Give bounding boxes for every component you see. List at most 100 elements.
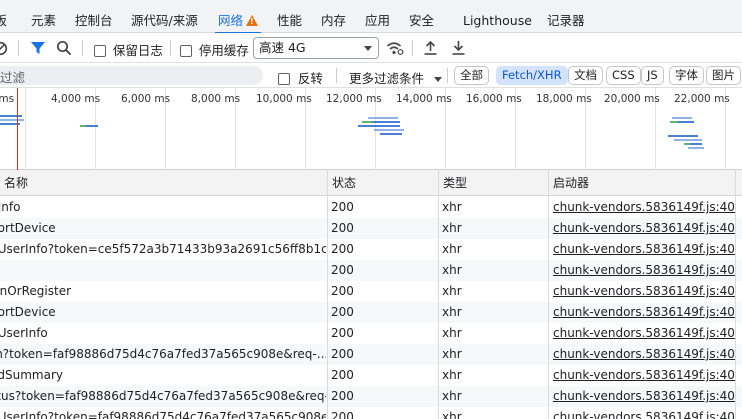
column-divider[interactable] (735, 170, 736, 419)
column-header-status[interactable]: 状态 (328, 170, 356, 196)
checkbox-box[interactable] (94, 45, 106, 57)
network-overview[interactable]: 2,000 ms 4,000 ms 6,000 ms 8,000 ms 10,0… (0, 88, 742, 170)
request-status: 200 (331, 326, 354, 340)
toolbar-divider (412, 40, 413, 56)
request-initiator-link[interactable]: chunk-vendors.5836149f.js:40 (553, 260, 735, 281)
preserve-log-checkbox[interactable]: 保留日志 (94, 40, 163, 59)
filter-input[interactable] (0, 66, 263, 85)
column-divider[interactable] (438, 170, 439, 419)
request-bar (362, 121, 372, 123)
import-har-icon[interactable] (423, 40, 438, 56)
tick-label: 8,000 ms (191, 93, 241, 105)
filter-type-font[interactable]: 字体 (669, 66, 704, 85)
request-bar (368, 117, 398, 119)
request-initiator-link[interactable]: chunk-vendors.5836149f.js:40 (553, 386, 735, 407)
request-initiator-link[interactable]: chunk-vendors.5836149f.js:40 (553, 218, 735, 239)
request-type: xhr (442, 242, 462, 256)
filter-type-js[interactable]: JS (641, 66, 664, 85)
table-row[interactable]: getInfo 200 xhr chunk-vendors.5836149f.j… (0, 197, 742, 218)
request-initiator-link[interactable]: chunk-vendors.5836149f.js:40 (553, 281, 735, 302)
request-status: 200 (331, 284, 354, 298)
network-conditions-icon[interactable] (386, 41, 404, 56)
table-row[interactable]: init 200 xhr chunk-vendors.5836149f.js:4… (0, 260, 742, 281)
request-initiator-link[interactable]: chunk-vendors.5836149f.js:40 (553, 407, 735, 419)
chevron-down-icon (433, 77, 442, 82)
request-initiator-link[interactable]: chunk-vendors.5836149f.js:40 (553, 344, 735, 365)
table-row[interactable]: status?token=faf98886d75d4c76a7fed37a565… (0, 386, 742, 407)
tab-elements[interactable]: 元素 (31, 0, 56, 33)
tab-lighthouse[interactable]: Lighthouse (463, 0, 532, 33)
table-row[interactable]: loginOrRegister 200 xhr chunk-vendors.58… (0, 281, 742, 302)
filter-icon[interactable] (30, 41, 46, 56)
toolbar-divider (447, 68, 448, 83)
toolbar-divider (18, 40, 19, 56)
tab-sources[interactable]: 源代码/来源 (131, 0, 198, 33)
filter-type-css[interactable]: CSS (606, 66, 641, 85)
request-name[interactable]: init (0, 260, 326, 281)
request-name[interactable]: getUserInfo?token=ce5f572a3b71433b93a269… (0, 239, 326, 260)
request-type: xhr (442, 221, 462, 235)
request-name[interactable]: sign?token=faf98886d75d4c76a7fed37a565c9… (0, 344, 326, 365)
column-header-type[interactable]: 类型 (439, 170, 467, 196)
table-row[interactable]: getUserInfo 200 xhr chunk-vendors.583614… (0, 323, 742, 344)
checkbox-box[interactable] (180, 45, 192, 57)
more-filters-dropdown[interactable]: 更多过滤条件 (349, 68, 442, 87)
request-name[interactable]: reportDevice (0, 218, 326, 239)
tick-label: 20,000 ms (604, 93, 660, 105)
request-initiator-link[interactable]: chunk-vendors.5836149f.js:40 (553, 197, 735, 218)
request-type: xhr (442, 347, 462, 361)
tab-performance[interactable]: 性能 (277, 0, 302, 33)
disable-cache-checkbox[interactable]: 停用缓存 (180, 40, 249, 59)
checkbox-box[interactable] (278, 73, 290, 85)
request-name[interactable]: readSummary (0, 365, 326, 386)
table-row[interactable]: readSummary 200 xhr chunk-vendors.583614… (0, 365, 742, 386)
request-initiator-link[interactable]: chunk-vendors.5836149f.js:40 (553, 302, 735, 323)
request-status: 200 (331, 200, 354, 214)
filter-type-img[interactable]: 图片 (706, 66, 741, 85)
tab-console[interactable]: 控制台 (75, 0, 113, 33)
column-divider[interactable] (327, 170, 328, 419)
request-name[interactable]: getUserInfo?token=faf98886d75d4c76a7fed3… (0, 407, 326, 419)
table-row[interactable]: getUserInfo?token=ce5f572a3b71433b93a269… (0, 239, 742, 260)
filter-type-all[interactable]: 全部 (454, 66, 489, 85)
request-initiator-link[interactable]: chunk-vendors.5836149f.js:40 (553, 239, 735, 260)
filter-type-fetch-xhr[interactable]: Fetch/XHR (496, 66, 568, 85)
column-header-initiator[interactable]: 启动器 (549, 170, 589, 196)
tab-memory[interactable]: 内存 (321, 0, 346, 33)
request-name[interactable]: status?token=faf98886d75d4c76a7fed37a565… (0, 386, 326, 407)
request-status: 200 (331, 347, 354, 361)
tab-network[interactable]: 网络 (214, 0, 262, 34)
tick-label: 12,000 ms (326, 93, 382, 105)
throttling-value: 高速 4G (259, 40, 306, 55)
tick-label: 16,000 ms (466, 93, 522, 105)
request-bar (380, 133, 402, 135)
tab-recorder[interactable]: 记录器 (547, 0, 585, 33)
request-type: xhr (442, 305, 462, 319)
disable-cache-label: 停用缓存 (198, 43, 249, 58)
request-initiator-link[interactable]: chunk-vendors.5836149f.js:40 (553, 365, 735, 386)
table-row[interactable]: sign?token=faf98886d75d4c76a7fed37a565c9… (0, 344, 742, 365)
request-bar (668, 135, 698, 137)
request-name[interactable]: loginOrRegister (0, 281, 326, 302)
tab-application[interactable]: 应用 (365, 0, 390, 33)
column-header-name[interactable]: 名称 (0, 170, 28, 196)
request-name[interactable]: getInfo (0, 197, 326, 218)
invert-checkbox[interactable]: 反转 (278, 68, 323, 87)
table-row[interactable]: reportDevice 200 xhr chunk-vendors.58361… (0, 218, 742, 239)
column-divider[interactable] (548, 170, 549, 419)
chevron-down-icon (364, 46, 372, 51)
filter-type-doc[interactable]: 文档 (568, 66, 603, 85)
table-row[interactable]: getUserInfo?token=faf98886d75d4c76a7fed3… (0, 407, 742, 419)
request-status: 200 (331, 242, 354, 256)
grid-line (25, 88, 26, 170)
export-har-icon[interactable] (451, 40, 466, 56)
tab-panel[interactable]: 面板 (0, 0, 7, 33)
request-initiator-link[interactable]: chunk-vendors.5836149f.js:40 (553, 323, 735, 344)
tab-security[interactable]: 安全 (409, 0, 434, 33)
clear-icon[interactable] (0, 41, 8, 56)
throttling-select[interactable]: 高速 4G (253, 37, 379, 59)
request-name[interactable]: reportDevice (0, 302, 326, 323)
table-row[interactable]: reportDevice 200 xhr chunk-vendors.58361… (0, 302, 742, 323)
search-icon[interactable] (56, 40, 72, 56)
request-name[interactable]: getUserInfo (0, 323, 326, 344)
